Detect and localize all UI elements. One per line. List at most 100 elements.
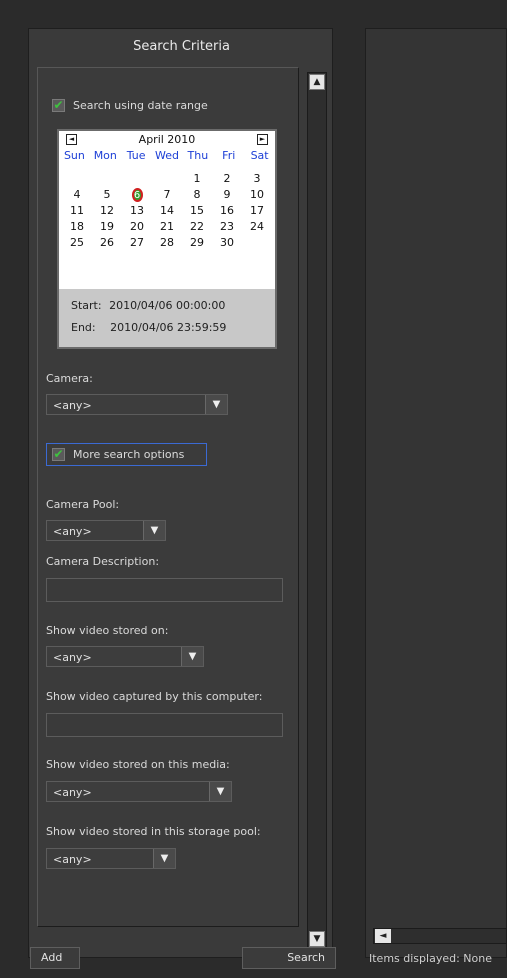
camera-select[interactable]: <any> ▼ xyxy=(46,394,228,415)
calendar-day[interactable]: 3 xyxy=(242,171,272,187)
scroll-up-button[interactable]: ▲ xyxy=(309,74,325,90)
calendar-day[interactable]: 29 xyxy=(182,235,212,251)
camera-pool-label: Camera Pool: xyxy=(46,498,120,511)
start-value: 2010/04/06 00:00:00 xyxy=(109,299,226,312)
day-number: 15 xyxy=(190,204,204,217)
day-number: 5 xyxy=(103,188,111,201)
selected-day: 6 xyxy=(131,188,143,202)
calendar-day[interactable]: 21 xyxy=(152,219,182,235)
calendar-day[interactable]: 16 xyxy=(212,203,242,219)
chevron-right-icon: ► xyxy=(259,135,266,143)
calendar-day[interactable]: 13 xyxy=(122,203,152,219)
storage-pool-select[interactable]: <any> ▼ xyxy=(46,848,176,869)
day-number: 20 xyxy=(130,220,144,233)
items-displayed-status: Items displayed: None xyxy=(369,952,492,965)
day-number: 9 xyxy=(223,188,231,201)
calendar-day[interactable]: 9 xyxy=(212,187,242,203)
calendar-weekdays: Sun Mon Tue Wed Thu Fri Sat xyxy=(59,149,275,165)
calendar-day[interactable]: 5 xyxy=(92,187,122,203)
search-button[interactable]: Search xyxy=(242,947,336,969)
day-number: 8 xyxy=(193,188,201,201)
results-pane xyxy=(365,28,507,958)
calendar-day[interactable]: 14 xyxy=(152,203,182,219)
calendar-day[interactable]: 28 xyxy=(152,235,182,251)
calendar-empty-cell xyxy=(242,235,272,251)
scroll-down-button[interactable]: ▼ xyxy=(309,931,325,947)
day-number: 13 xyxy=(130,204,144,217)
weekday-label: Fri xyxy=(222,149,236,162)
calendar-day[interactable]: 26 xyxy=(92,235,122,251)
prev-month-button[interactable]: ◄ xyxy=(66,134,77,145)
stored-on-media-label: Show video stored on this media: xyxy=(46,758,230,771)
weekday-label: Mon xyxy=(93,149,117,162)
calendar-grid: 1 2 3 4 5 6 7 8 9 10 11 12 13 14 15 16 17 18 19 20 21 22 23 24 2… xyxy=(62,171,272,251)
calendar-day[interactable]: 30 xyxy=(212,235,242,251)
stored-on-media-select[interactable]: <any> ▼ xyxy=(46,781,232,802)
camera-select-value: <any> xyxy=(53,399,92,412)
check-icon: ✔ xyxy=(53,447,64,461)
calendar-day[interactable]: 25 xyxy=(62,235,92,251)
calendar-day[interactable]: 20 xyxy=(122,219,152,235)
add-button[interactable]: Add xyxy=(30,947,80,969)
captured-by-label: Show video captured by this computer: xyxy=(46,690,263,703)
day-number: 18 xyxy=(70,220,84,233)
calendar-day[interactable]: 6 xyxy=(122,187,152,203)
calendar-day[interactable]: 12 xyxy=(92,203,122,219)
day-number: 2 xyxy=(223,172,231,185)
calendar-day[interactable]: 1 xyxy=(182,171,212,187)
calendar-day[interactable]: 4 xyxy=(62,187,92,203)
calendar-day[interactable]: 19 xyxy=(92,219,122,235)
day-number: 3 xyxy=(253,172,261,185)
dropdown-arrow-icon: ▼ xyxy=(143,521,165,540)
calendar-day[interactable]: 22 xyxy=(182,219,212,235)
calendar-week-row: 25 26 27 28 29 30 xyxy=(62,235,272,251)
calendar-day[interactable]: 8 xyxy=(182,187,212,203)
calendar-day[interactable]: 17 xyxy=(242,203,272,219)
dropdown-arrow-icon: ▼ xyxy=(209,782,231,801)
calendar-day[interactable]: 24 xyxy=(242,219,272,235)
weekday-label: Tue xyxy=(126,149,146,162)
more-options-checkbox[interactable]: ✔ xyxy=(52,448,65,461)
weekday-label: Sun xyxy=(63,149,85,162)
calendar-week-row: 11 12 13 14 15 16 17 xyxy=(62,203,272,219)
day-number: 17 xyxy=(250,204,264,217)
day-number: 30 xyxy=(220,236,234,249)
captured-by-field[interactable] xyxy=(46,713,283,737)
horizontal-scrollbar[interactable]: ◄ xyxy=(373,928,507,944)
day-number: 7 xyxy=(163,188,171,201)
calendar-day[interactable]: 15 xyxy=(182,203,212,219)
date-range-label[interactable]: Search using date range xyxy=(73,99,208,112)
stored-on-label: Show video stored on: xyxy=(46,624,169,637)
more-options-label[interactable]: More search options xyxy=(73,448,184,461)
storage-pool-label: Show video stored in this storage pool: xyxy=(46,825,261,838)
calendar-day[interactable]: 2 xyxy=(212,171,242,187)
calendar-day[interactable]: 23 xyxy=(212,219,242,235)
day-number: 26 xyxy=(100,236,114,249)
calendar-header: April 2010 ◄ ► Sun Mon Tue Wed Thu Fri S… xyxy=(59,131,275,171)
chevron-left-icon: ◄ xyxy=(68,135,75,143)
calendar-day[interactable]: 27 xyxy=(122,235,152,251)
day-number: 24 xyxy=(250,220,264,233)
calendar-day[interactable]: 18 xyxy=(62,219,92,235)
camera-pool-value: <any> xyxy=(53,525,92,538)
check-icon: ✔ xyxy=(53,98,64,112)
calendar-day[interactable]: 10 xyxy=(242,187,272,203)
calendar-month-label: April 2010 xyxy=(138,133,196,146)
weekday-label: Thu xyxy=(187,149,209,162)
vertical-scrollbar[interactable]: ▲ ▼ xyxy=(307,72,327,949)
day-number: 16 xyxy=(220,204,234,217)
calendar-range-footer: Start: 2010/04/06 00:00:00 End: 2010/04/… xyxy=(59,289,275,347)
day-number: 25 xyxy=(70,236,84,249)
date-range-checkbox[interactable]: ✔ xyxy=(52,99,65,112)
scroll-left-button[interactable]: ◄ xyxy=(375,929,391,943)
day-number: 23 xyxy=(220,220,234,233)
end-value: 2010/04/06 23:59:59 xyxy=(110,321,227,334)
camera-description-field[interactable] xyxy=(46,578,283,602)
stored-on-select[interactable]: <any> ▼ xyxy=(46,646,204,667)
calendar-day[interactable]: 11 xyxy=(62,203,92,219)
camera-pool-select[interactable]: <any> ▼ xyxy=(46,520,166,541)
calendar-day[interactable]: 7 xyxy=(152,187,182,203)
day-number: 29 xyxy=(190,236,204,249)
calendar[interactable]: April 2010 ◄ ► Sun Mon Tue Wed Thu Fri S… xyxy=(57,129,277,349)
next-month-button[interactable]: ► xyxy=(257,134,268,145)
